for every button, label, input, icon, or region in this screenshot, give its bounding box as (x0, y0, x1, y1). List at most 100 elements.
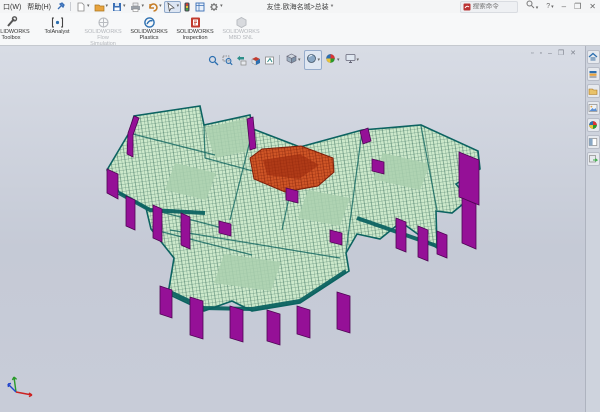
previous-view-button[interactable] (234, 53, 248, 67)
doc-restore-button[interactable]: ❐ (555, 49, 567, 57)
display-style-button[interactable]: ▾ (304, 50, 323, 70)
cad-model[interactable] (0, 46, 585, 412)
ribbon-button-tolanalyst[interactable]: TolAnalyst (34, 15, 80, 46)
quick-access-toolbar: ▾ ▾ ▾ ▾ ▾ ▾ ▾ (74, 1, 225, 13)
file-properties-button[interactable] (193, 1, 207, 13)
model-purple-face[interactable] (219, 221, 231, 236)
save-icon (112, 2, 122, 12)
zoom-to-fit-button[interactable] (206, 53, 220, 67)
restore-button[interactable]: ❐ (570, 0, 585, 13)
dropdown-caret-icon[interactable]: ▾ (123, 4, 126, 9)
edit-appearance-button[interactable]: ▾ (323, 50, 342, 70)
model-purple-face[interactable] (126, 196, 135, 230)
file-explorer-tab[interactable] (587, 84, 600, 98)
close-button[interactable]: ✕ (585, 0, 600, 13)
model-purple-face[interactable] (230, 306, 243, 342)
ribbon-button-label: SOLIDWORKS Flow Simulation (80, 29, 126, 46)
ribbon-button-solidworks-toolbox[interactable]: SOLIDWORKS Toolbox (0, 15, 34, 46)
document-window-controls: ▫▫–❐✕ (528, 49, 579, 57)
model-purple-face[interactable] (372, 159, 384, 174)
ribbon-button-solidworks-inspection[interactable]: SOLIDWORKS Inspection (172, 15, 218, 46)
dropdown-caret-icon[interactable]: ▾ (106, 4, 109, 9)
model-purple-face[interactable] (181, 213, 190, 249)
doc-close-button[interactable]: ✕ (567, 49, 579, 57)
task-pane-strip (585, 46, 600, 412)
ribbon-button-label: SOLIDWORKS Plastics (126, 29, 172, 41)
options-gear-button[interactable]: ▾ (207, 1, 225, 13)
home-tab[interactable] (587, 50, 600, 64)
plastics-icon (126, 15, 172, 29)
dropdown-caret-icon[interactable]: ▾ (298, 58, 301, 63)
view-palette-tab[interactable] (587, 101, 600, 115)
magnifier-icon[interactable]: ▾ (522, 0, 543, 13)
dropdown-caret-icon[interactable]: ▾ (357, 58, 360, 63)
print-button[interactable]: ▾ (128, 1, 147, 13)
doc-minimize-button[interactable]: – (545, 50, 555, 57)
custom-properties-tab[interactable] (587, 135, 600, 149)
model-purple-face[interactable] (330, 230, 342, 245)
file-properties-icon (195, 2, 205, 12)
search-input[interactable] (471, 3, 515, 10)
model-purple-face[interactable] (459, 152, 479, 205)
model-purple-face[interactable] (153, 205, 162, 242)
select-button[interactable]: ▾ (164, 1, 182, 13)
view-settings-button[interactable]: ▾ (343, 50, 362, 70)
edit-appearance-icon (325, 51, 336, 69)
view-orientation-cube-button[interactable]: ▾ (284, 50, 303, 70)
model-purple-face[interactable] (286, 188, 298, 203)
undo-button[interactable]: ▾ (146, 1, 164, 13)
annotation-view-button[interactable] (262, 53, 276, 67)
doc-window-icon-a[interactable]: ▫ (528, 50, 536, 57)
command-manager-ribbon: SOLIDWORKS ToolboxTolAnalystSOLIDWORKS F… (0, 13, 600, 46)
model-purple-face[interactable] (337, 292, 350, 333)
origin-triad (4, 372, 36, 400)
save-button[interactable]: ▾ (110, 1, 128, 13)
pin-icon[interactable] (56, 2, 65, 11)
tolanalyst-icon (34, 15, 80, 29)
model-purple-face[interactable] (190, 297, 203, 339)
new-document-icon (76, 2, 86, 12)
model-panel-face[interactable] (107, 106, 480, 311)
model-purple-face[interactable] (418, 226, 428, 261)
menu-help[interactable]: 帮助(H) (24, 2, 54, 12)
dropdown-caret-icon[interactable]: ▾ (159, 4, 162, 9)
print-icon (130, 2, 141, 12)
flow-simulation-icon (80, 15, 126, 29)
model-purple-face[interactable] (396, 218, 406, 252)
rebuild-button[interactable] (181, 1, 193, 13)
appearances-scenes-tab[interactable] (587, 118, 600, 132)
help-button[interactable]: ?▾ (542, 0, 557, 13)
graphics-area[interactable]: ▾▾▾▾ ▫▫–❐✕ (0, 46, 585, 412)
model-purple-face[interactable] (462, 198, 476, 249)
section-view-icon (250, 55, 261, 66)
mbd-icon (218, 15, 264, 29)
model-purple-face[interactable] (107, 169, 118, 199)
dropdown-caret-icon[interactable]: ▾ (142, 4, 145, 9)
view-settings-icon (345, 51, 356, 69)
ribbon-button-solidworks-plastics[interactable]: SOLIDWORKS Plastics (126, 15, 172, 46)
open-button[interactable]: ▾ (92, 1, 111, 13)
annotation-view-icon (264, 55, 275, 66)
dropdown-caret-icon[interactable]: ▾ (337, 58, 340, 63)
ribbon-button-label: SOLIDWORKS Toolbox (0, 29, 34, 41)
model-purple-face[interactable] (437, 231, 447, 258)
forum-tab[interactable] (587, 152, 600, 166)
model-purple-face[interactable] (160, 286, 172, 318)
search-box[interactable] (460, 1, 518, 13)
new-document-button[interactable]: ▾ (74, 1, 92, 13)
section-view-button[interactable] (248, 53, 262, 67)
inspection-icon (172, 15, 218, 29)
ribbon-button-solidworks-mbd-snl: SOLIDWORKS MBD SNL (218, 15, 264, 46)
menu-window-partial[interactable]: 口(W) (0, 2, 24, 12)
model-purple-face[interactable] (267, 310, 280, 345)
model-purple-face[interactable] (297, 306, 310, 338)
dropdown-caret-icon[interactable]: ▾ (318, 58, 321, 63)
dropdown-caret-icon[interactable]: ▾ (220, 4, 223, 9)
zoom-to-area-button[interactable] (220, 53, 234, 67)
select-icon (166, 2, 176, 12)
design-library-tab[interactable] (587, 67, 600, 81)
dropdown-caret-icon[interactable]: ▾ (87, 4, 90, 9)
dropdown-caret-icon[interactable]: ▾ (177, 4, 180, 9)
doc-window-icon-b[interactable]: ▫ (536, 50, 544, 57)
minimize-button[interactable]: – (558, 0, 570, 13)
